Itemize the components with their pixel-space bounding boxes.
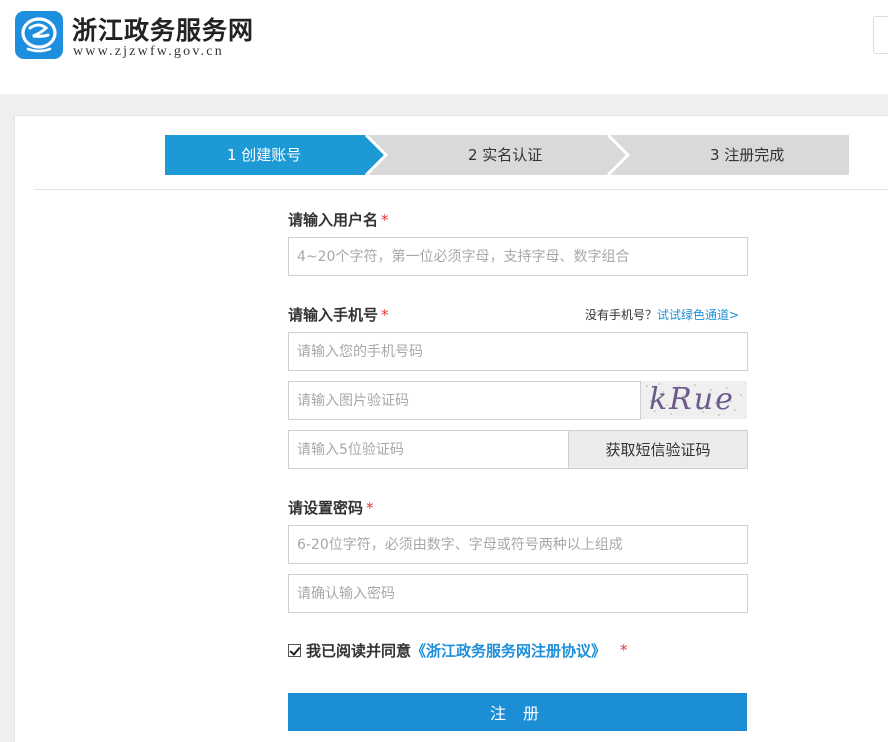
agreement-text: 我已阅读并同意 (306, 641, 412, 660)
agreement-required-mark: * (620, 641, 628, 659)
image-code-input[interactable] (288, 381, 641, 420)
captcha-image[interactable]: kRue (641, 381, 747, 419)
register-button[interactable]: 注 册 (288, 693, 747, 731)
username-label-text: 请输入用户名 (288, 211, 379, 229)
confirm-password-input[interactable] (288, 574, 748, 613)
site-header: 浙江政务服务网 www.zjzwfw.gov.cn (0, 0, 888, 94)
username-required-mark: * (381, 211, 389, 229)
green-channel-link[interactable]: 试试绿色通道> (657, 308, 739, 322)
captcha-text: kRue (649, 382, 735, 417)
username-label: 请输入用户名 * (288, 209, 389, 230)
site-url: www.zjzwfw.gov.cn (73, 44, 224, 59)
password-label: 请设置密码 * (288, 497, 374, 518)
site-name[interactable]: 浙江政务服务网 (72, 11, 254, 47)
password-required-mark: * (366, 499, 374, 517)
phone-required-mark: * (381, 306, 389, 324)
password-label-text: 请设置密码 (288, 499, 364, 517)
header-side-button[interactable] (873, 16, 888, 54)
username-input[interactable] (288, 237, 748, 276)
phone-input[interactable] (288, 332, 748, 371)
step-3-label: 3 注册完成 (710, 146, 785, 164)
phone-label-text: 请输入手机号 (288, 306, 379, 324)
phone-label: 请输入手机号 * (288, 304, 389, 325)
step-2-label: 2 实名认证 (468, 146, 543, 164)
site-logo-icon[interactable] (15, 11, 63, 59)
sms-code-input[interactable] (288, 430, 569, 469)
step-1-label: 1 创建账号 (227, 146, 302, 164)
progress-steps: 1 创建账号 2 实名认证 3 注册完成 (165, 135, 849, 175)
no-phone-text: 没有手机号？ (585, 308, 658, 322)
steps-divider (34, 189, 888, 190)
agreement-link[interactable]: 《浙江政务服务网注册协议》 (411, 640, 606, 661)
agreement-checkbox[interactable] (288, 643, 301, 657)
no-phone-hint: 没有手机号？试试绿色通道> (585, 306, 739, 323)
agreement-row: 我已阅读并同意 《浙江政务服务网注册协议》 * (288, 640, 628, 660)
step-2-separator (606, 135, 631, 175)
password-input[interactable] (288, 525, 748, 564)
get-sms-code-button[interactable]: 获取短信验证码 (568, 430, 748, 469)
